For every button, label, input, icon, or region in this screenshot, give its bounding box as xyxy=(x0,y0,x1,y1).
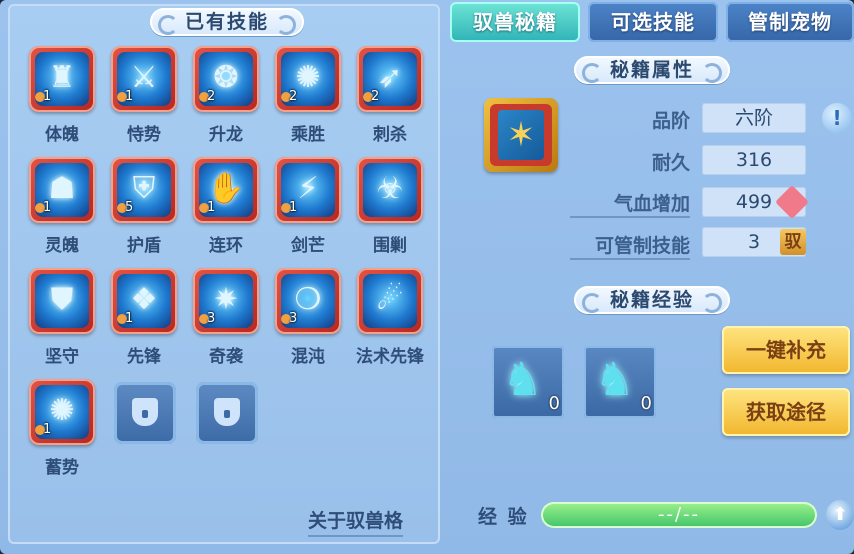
skill-book-icon[interactable]: ✶ xyxy=(484,98,558,172)
experience-title: 秘籍经验 xyxy=(574,286,730,314)
skill-icon-frame: ☣ xyxy=(357,157,423,223)
skill-level: 1 xyxy=(43,200,52,215)
upgrade-arrow-icon[interactable]: ⬆ xyxy=(826,500,854,530)
skill-icon-frame: ⚡ 1 xyxy=(275,157,341,223)
skill-slot[interactable]: ➶ 2 刺杀 xyxy=(340,46,423,156)
info-icon[interactable]: ! xyxy=(822,103,852,133)
pet-book-panel: 已有技能 ♜ 1 体魄 ⚔ 1 恃势 ❂ 2 升龙 ✺ 2 乘胜 ➶ 2 刺杀 ☗ 1 灵魄 ⛨ 5 护盾 ✋ 1 连环 ⚡ 1 剑… xyxy=(0,0,854,554)
skill-level: 1 xyxy=(43,422,52,437)
skill-icon-frame: ❖ 1 xyxy=(111,268,177,334)
skill-slot[interactable]: ✺ 2 乘胜 xyxy=(258,46,341,156)
skill-slot[interactable]: ☗ 1 灵魄 xyxy=(12,157,95,267)
locked-skill-slot[interactable] xyxy=(114,382,176,444)
skill-level: 3 xyxy=(289,311,298,326)
magic-comet-icon: ☄ xyxy=(363,274,417,328)
skill-level: 3 xyxy=(207,311,216,326)
grade-label: 品阶 xyxy=(651,110,690,132)
blue-horse-icon: ♞ xyxy=(594,352,636,406)
hp-bonus-label[interactable]: 气血增加 xyxy=(570,189,690,218)
skill-level: 1 xyxy=(289,200,298,215)
skill-level: 1 xyxy=(207,200,216,215)
skill-level: 2 xyxy=(371,89,380,104)
skill-icon-frame: ✺ 1 xyxy=(29,379,95,445)
lock-icon xyxy=(132,398,158,426)
skill-name: 围剿 xyxy=(373,236,407,256)
attributes-title: 秘籍属性 xyxy=(574,56,730,84)
exp-item-count: 0 xyxy=(640,393,652,414)
skill-slot[interactable]: ❂ 2 升龙 xyxy=(176,46,259,156)
control-skill-label[interactable]: 可管制技能 xyxy=(570,231,690,260)
skill-level: 1 xyxy=(125,89,134,104)
exp-item-count: 0 xyxy=(548,393,560,414)
skill-name: 法术先锋 xyxy=(356,347,424,367)
skill-slot[interactable]: ⚔ 1 恃势 xyxy=(94,46,177,156)
skill-slot[interactable]: ⛊ 坚守 xyxy=(12,268,95,378)
beast-icon: ☣ xyxy=(363,163,417,217)
skill-name: 刺杀 xyxy=(373,125,407,145)
skill-icon-frame: ❍ 3 xyxy=(275,268,341,334)
source-button[interactable]: 获取途径 xyxy=(722,388,850,436)
skill-level: 2 xyxy=(289,89,298,104)
control-badge: 驭 xyxy=(780,229,806,255)
owned-skills-title: 已有技能 xyxy=(150,8,304,36)
tab-controlled-pets[interactable]: 管制宠物 xyxy=(726,2,854,42)
skill-icon-frame: ✷ 3 xyxy=(193,268,259,334)
skill-icon-frame: ♜ 1 xyxy=(29,46,95,112)
skill-level: 5 xyxy=(125,200,134,215)
owned-skills-section: 已有技能 ♜ 1 体魄 ⚔ 1 恃势 ❂ 2 升龙 ✺ 2 乘胜 ➶ 2 刺杀 ☗ 1 灵魄 ⛨ 5 护盾 ✋ 1 连环 ⚡ 1 剑… xyxy=(8,4,440,544)
skill-icon-frame: ⛨ 5 xyxy=(111,157,177,223)
blue-horse-icon: ♞ xyxy=(502,352,544,406)
book-cover: ✶ xyxy=(498,110,544,160)
skill-icon-frame: ➶ 2 xyxy=(357,46,423,112)
skill-icon-frame: ❂ 2 xyxy=(193,46,259,112)
about-link[interactable]: 关于驭兽格 xyxy=(308,506,404,537)
skill-slot[interactable]: ✷ 3 奇袭 xyxy=(176,268,259,378)
skill-slot[interactable]: ♜ 1 体魄 xyxy=(12,46,95,156)
skill-icon-frame: ✋ 1 xyxy=(193,157,259,223)
skill-slot[interactable]: ✺ 1 蓄势 xyxy=(12,379,95,489)
exp-item[interactable]: ♞ 0 xyxy=(492,346,564,418)
exp-label: 经 验 xyxy=(478,506,529,528)
locked-skill-slot[interactable] xyxy=(196,382,258,444)
skill-slot[interactable]: ☄ 法术先锋 xyxy=(340,268,424,378)
skill-level: 1 xyxy=(125,311,134,326)
skill-slot[interactable]: ❍ 3 混沌 xyxy=(258,268,341,378)
lock-icon xyxy=(214,398,240,426)
exp-item[interactable]: ♞ 0 xyxy=(584,346,656,418)
guard-shield-icon: ⛊ xyxy=(35,274,89,328)
skill-icon-frame: ✺ 2 xyxy=(275,46,341,112)
tab-pet-book[interactable]: 驭兽秘籍 xyxy=(450,2,580,42)
exp-bar: --/-- xyxy=(541,502,817,528)
skill-icon-frame: ⚔ 1 xyxy=(111,46,177,112)
skill-icon-frame: ☗ 1 xyxy=(29,157,95,223)
skill-name: 蓄势 xyxy=(45,458,79,478)
durability-value: 316 xyxy=(702,145,806,175)
skill-slot[interactable]: ❖ 1 先锋 xyxy=(94,268,177,378)
skill-slot[interactable]: ☣ 围剿 xyxy=(340,157,423,267)
skill-level: 1 xyxy=(43,89,52,104)
skill-icon-frame: ☄ xyxy=(357,268,423,334)
skill-slot[interactable]: ✋ 1 连环 xyxy=(176,157,259,267)
skill-icon-frame: ⛊ xyxy=(29,268,95,334)
skill-slot[interactable]: ⛨ 5 护盾 xyxy=(94,157,177,267)
skill-slot[interactable]: ⚡ 1 剑芒 xyxy=(258,157,341,267)
grade-value: 六阶 xyxy=(702,103,806,133)
durability-label: 耐久 xyxy=(651,152,690,174)
skill-level: 2 xyxy=(207,89,216,104)
refill-button[interactable]: 一键补充 xyxy=(722,326,850,374)
book-frame: ✶ xyxy=(490,104,552,166)
tab-optional-skills[interactable]: 可选技能 xyxy=(588,2,718,42)
